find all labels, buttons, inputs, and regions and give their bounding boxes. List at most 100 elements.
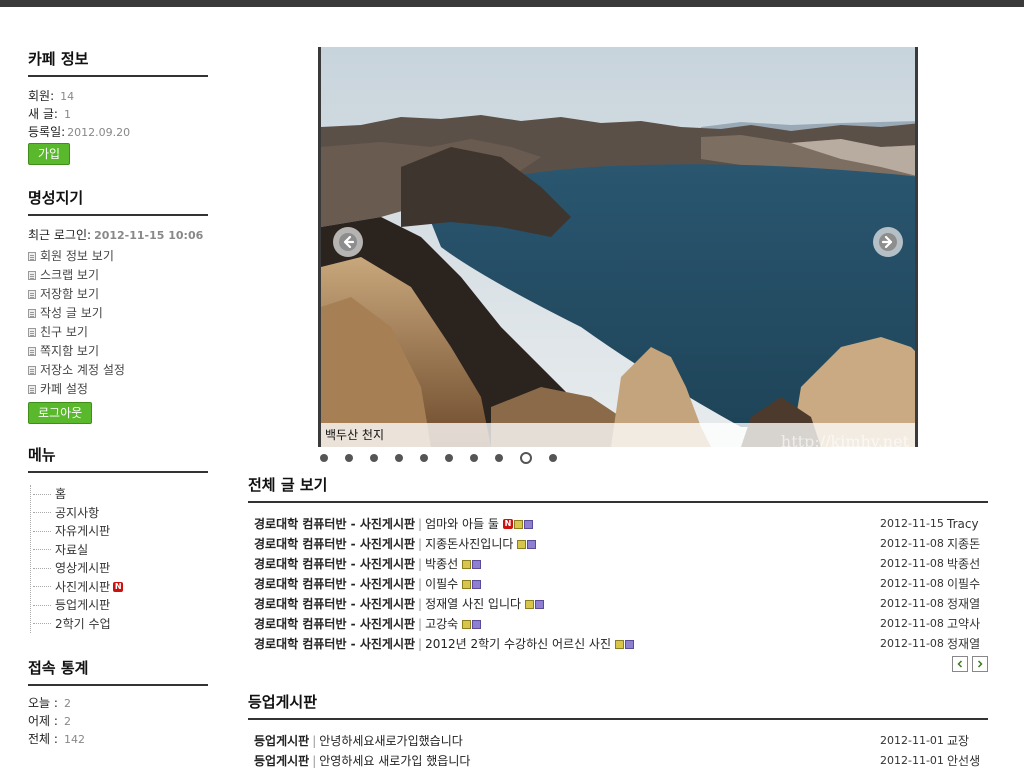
profile-link[interactable]: 작성 글 보기: [28, 304, 208, 323]
logout-button[interactable]: 로그아웃: [28, 402, 93, 424]
file-attachment-icon: [472, 579, 482, 589]
menu-item[interactable]: 홈: [33, 485, 208, 504]
post-title[interactable]: 이필수: [425, 574, 458, 594]
tree-connector: [33, 604, 51, 606]
last-login-value: 2012-11-15 10:06: [94, 229, 204, 242]
profile-link-label: 스크랩 보기: [40, 268, 100, 282]
all-posts-title: 전체 글 보기: [248, 474, 988, 503]
post-title[interactable]: 지종돈사진입니다: [425, 534, 513, 554]
post-row[interactable]: 경로대학 컴퓨터반 - 사진게시판 | 박종선 2012-11-08 박종선: [248, 554, 988, 574]
slider-dot[interactable]: [495, 454, 503, 462]
chevron-left-icon: [957, 660, 963, 668]
post-board-name[interactable]: 경로대학 컴퓨터반 - 사진게시판: [254, 534, 415, 554]
post-author[interactable]: 정재열: [946, 634, 988, 654]
profile-link[interactable]: 저장함 보기: [28, 285, 208, 304]
post-row[interactable]: 경로대학 컴퓨터반 - 사진게시판 | 고강숙 2012-11-08 고약사: [248, 614, 988, 634]
post-title[interactable]: 정재열 사진 입니다: [425, 594, 521, 614]
yesterday-label: 어제 :: [28, 714, 58, 728]
post-title[interactable]: 고강숙: [425, 614, 458, 634]
post-row[interactable]: 경로대학 컴퓨터반 - 사진게시판 | 지종돈사진입니다 2012-11-08 지종돈: [248, 534, 988, 554]
profile-link[interactable]: 회원 정보 보기: [28, 247, 208, 266]
profile-link[interactable]: 스크랩 보기: [28, 266, 208, 285]
post-author[interactable]: 지종돈: [946, 534, 988, 554]
menu-item[interactable]: 등업게시판: [33, 596, 208, 615]
post-board-name[interactable]: 등업게시판: [254, 751, 309, 768]
document-icon: [28, 347, 36, 356]
new-badge-icon: N: [113, 581, 124, 592]
profile-link[interactable]: 친구 보기: [28, 323, 208, 342]
post-separator: |: [418, 517, 423, 531]
slider-dot[interactable]: [549, 454, 557, 462]
post-author[interactable]: 정재열: [946, 594, 988, 614]
menu-item[interactable]: 2학기 수업: [33, 615, 208, 634]
post-author[interactable]: 고약사: [946, 614, 988, 634]
menu-item[interactable]: 사진게시판 N: [33, 578, 208, 597]
slider-dot[interactable]: [445, 454, 453, 462]
today-value: 2: [63, 697, 71, 710]
post-icons: [462, 614, 482, 634]
levelup-title: 등업게시판: [248, 691, 988, 720]
post-title[interactable]: 박종선: [425, 554, 458, 574]
slider-dot[interactable]: [520, 452, 532, 464]
post-title[interactable]: 2012년 2학기 수강하신 어르신 사진: [425, 634, 611, 654]
post-board-name[interactable]: 경로대학 컴퓨터반 - 사진게시판: [254, 634, 415, 654]
prev-page-button[interactable]: [952, 656, 968, 672]
profile-link[interactable]: 쪽지함 보기: [28, 342, 208, 361]
document-icon: [28, 385, 36, 394]
post-board-name[interactable]: 경로대학 컴퓨터반 - 사진게시판: [254, 614, 415, 634]
post-icons: N: [502, 514, 533, 534]
slider-dot[interactable]: [320, 454, 328, 462]
post-row[interactable]: 등업게시판 | 안녕하세요새로가입했습니다 2012-11-01 교장: [248, 731, 988, 751]
next-slide-button[interactable]: [873, 227, 903, 257]
menu-item-label: 자유게시판: [55, 524, 111, 538]
post-board-name[interactable]: 경로대학 컴퓨터반 - 사진게시판: [254, 554, 415, 574]
join-button[interactable]: 가입: [28, 143, 71, 165]
post-board-name[interactable]: 등업게시판: [254, 731, 309, 751]
post-row[interactable]: 경로대학 컴퓨터반 - 사진게시판 | 정재열 사진 입니다 2012-11-08 정재…: [248, 594, 988, 614]
post-board-name[interactable]: 경로대학 컴퓨터반 - 사진게시판: [254, 514, 415, 534]
post-author[interactable]: 박종선: [946, 554, 988, 574]
all-posts-list: 경로대학 컴퓨터반 - 사진게시판 | 엄마와 아들 둘 N 2012-11-15 Tra…: [248, 514, 988, 654]
slider-dot[interactable]: [370, 454, 378, 462]
post-title[interactable]: 안녕하세요새로가입했습니다: [319, 731, 463, 751]
post-row[interactable]: 등업게시판 | 안영하세요 새로가입 했읍니다 2012-11-01 안선생: [248, 751, 988, 768]
post-author[interactable]: Tracy: [946, 514, 988, 534]
slider-dot[interactable]: [420, 454, 428, 462]
arrow-left-icon: [339, 233, 357, 251]
post-author[interactable]: 이필수: [946, 574, 988, 594]
yesterday-row: 어제 : 2: [28, 712, 208, 730]
image-attachment-icon: [615, 639, 625, 649]
menu-item[interactable]: 자유게시판: [33, 522, 208, 541]
slider-dot[interactable]: [470, 454, 478, 462]
next-page-button[interactable]: [972, 656, 988, 672]
menu-item[interactable]: 공지사항: [33, 504, 208, 523]
profile-link[interactable]: 카페 설정: [28, 380, 208, 399]
post-row[interactable]: 경로대학 컴퓨터반 - 사진게시판 | 이필수 2012-11-08 이필수: [248, 574, 988, 594]
file-attachment-icon: [472, 559, 482, 569]
file-attachment-icon: [535, 599, 545, 609]
profile-link[interactable]: 저장소 계정 설정: [28, 361, 208, 380]
post-row[interactable]: 경로대학 컴퓨터반 - 사진게시판 | 2012년 2학기 수강하신 어르신 사진 2…: [248, 634, 988, 654]
slider-dot[interactable]: [345, 454, 353, 462]
tree-connector: [33, 623, 51, 625]
image-attachment-icon: [517, 539, 527, 549]
prev-slide-button[interactable]: [333, 227, 363, 257]
post-date: 2012-11-01: [880, 754, 944, 767]
menu-item[interactable]: 자료실: [33, 541, 208, 560]
slider-dot[interactable]: [395, 454, 403, 462]
post-icons: [517, 534, 537, 554]
post-board-name[interactable]: 경로대학 컴퓨터반 - 사진게시판: [254, 594, 415, 614]
post-author[interactable]: 교장: [946, 731, 988, 751]
new-badge-icon: N: [502, 519, 513, 529]
post-author[interactable]: 안선생: [946, 751, 988, 768]
post-title[interactable]: 안영하세요 새로가입 했읍니다: [319, 751, 470, 768]
post-separator: |: [418, 597, 423, 611]
post-row[interactable]: 경로대학 컴퓨터반 - 사진게시판 | 엄마와 아들 둘 N 2012-11-15 Tra…: [248, 514, 988, 534]
new-posts-value: 1: [63, 108, 71, 121]
post-title[interactable]: 엄마와 아들 둘: [425, 514, 499, 534]
menu-item[interactable]: 영상게시판: [33, 559, 208, 578]
post-icons: [525, 594, 545, 614]
yesterday-value: 2: [63, 715, 71, 728]
menu-item-label: 자료실: [55, 542, 89, 557]
post-board-name[interactable]: 경로대학 컴퓨터반 - 사진게시판: [254, 574, 415, 594]
